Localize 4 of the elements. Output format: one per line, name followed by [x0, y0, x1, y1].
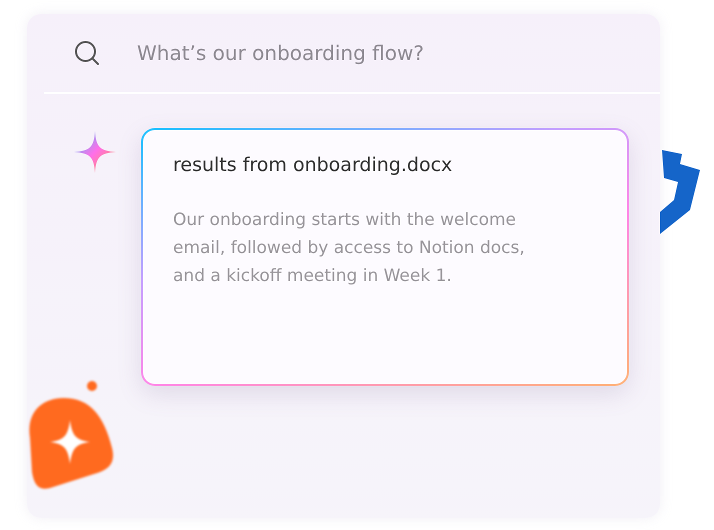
- search-field[interactable]: What’s our onboarding flow?: [137, 41, 537, 65]
- result-text: Our onboarding starts with the welcome email, followed by access to Notion docs, and a kickoff meeting in Week 1.: [173, 209, 526, 288]
- result-title: results from onboarding.docx: [173, 154, 454, 176]
- search-icon: [73, 39, 101, 67]
